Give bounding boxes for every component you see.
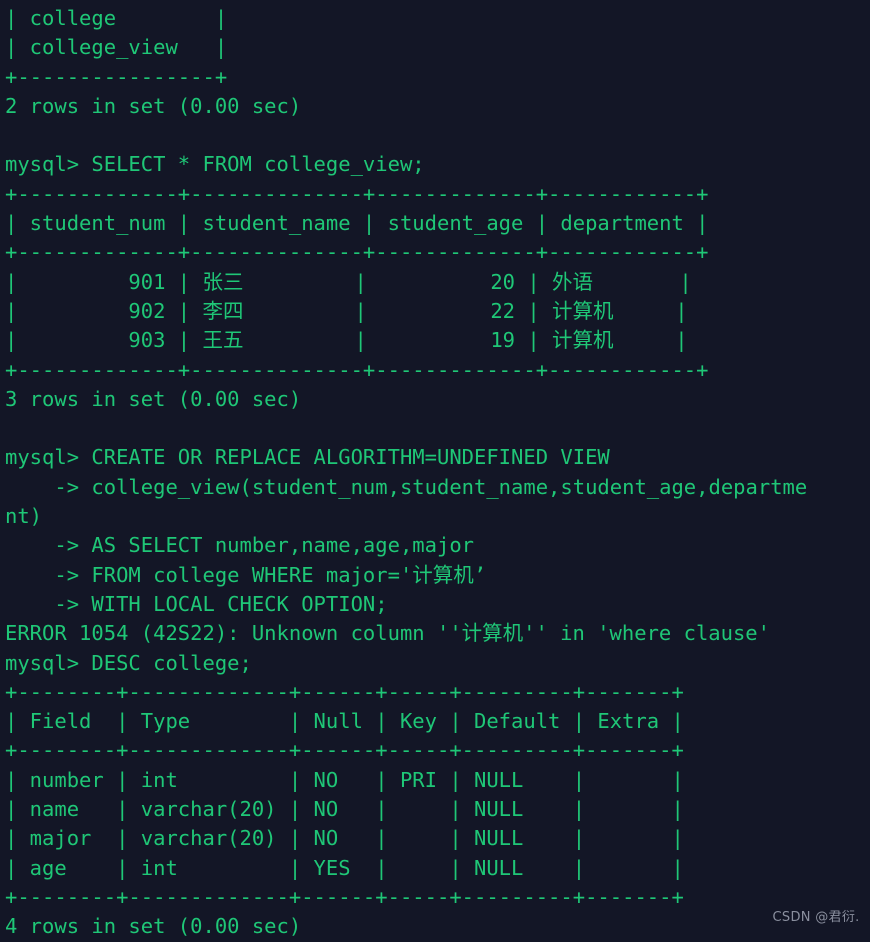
terminal-line: | college_view | (5, 35, 228, 60)
terminal-line: -> AS SELECT number,name,age,major (5, 533, 474, 558)
terminal-line: | 901 | 张三 | 20 | 外语 | (5, 269, 692, 294)
terminal-line: +-------------+--------------+----------… (5, 240, 709, 265)
csdn-watermark: CSDN @君衍. (772, 910, 864, 925)
terminal-line: nt) (5, 504, 43, 529)
terminal-line: mysql> SELECT * FROM college_view; (5, 152, 425, 177)
terminal-line: +-------------+--------------+----------… (5, 181, 709, 206)
terminal-window[interactable]: | college | | college_view | +------------… (0, 0, 870, 938)
terminal-line: +--------+-------------+------+-----+---… (5, 738, 684, 763)
terminal-line: | age | int | YES | | NULL | | (5, 855, 684, 880)
terminal-line: -> FROM college WHERE major='计算机’ (5, 562, 487, 587)
terminal-line: | name | varchar(20) | NO | | NULL | | (5, 797, 684, 822)
terminal-line: | number | int | NO | PRI | NULL | | (5, 767, 684, 792)
terminal-line: 2 rows in set (0.00 sec) (5, 93, 302, 118)
terminal-line: -> college_view(student_num,student_name… (5, 474, 808, 499)
terminal-line: mysql> CREATE OR REPLACE ALGORITHM=UNDEF… (5, 445, 610, 470)
terminal-line: -> WITH LOCAL CHECK OPTION; (5, 591, 388, 616)
terminal-line: | student_num | student_name | student_a… (5, 211, 709, 236)
terminal-output[interactable]: | college | | college_view | +------------… (0, 0, 870, 942)
terminal-line: 4 rows in set (0.00 sec) (5, 914, 302, 939)
terminal-line: | 902 | 李四 | 22 | 计算机 | (5, 298, 688, 323)
terminal-line: | Field | Type | Null | Key | Default | … (5, 709, 684, 734)
terminal-line: ERROR 1054 (42S22): Unknown column ''计算机… (5, 621, 770, 646)
terminal-line: +-------------+--------------+----------… (5, 357, 709, 382)
terminal-line: 3 rows in set (0.00 sec) (5, 386, 302, 411)
terminal-line: +----------------+ (5, 64, 228, 89)
terminal-line: | major | varchar(20) | NO | | NULL | | (5, 826, 684, 851)
terminal-line: | college | (5, 6, 228, 30)
terminal-line: | 903 | 王五 | 19 | 计算机 | (5, 328, 688, 353)
terminal-line: mysql> DESC college; (5, 650, 252, 675)
terminal-line: +--------+-------------+------+-----+---… (5, 884, 684, 909)
terminal-line: +--------+-------------+------+-----+---… (5, 679, 684, 704)
